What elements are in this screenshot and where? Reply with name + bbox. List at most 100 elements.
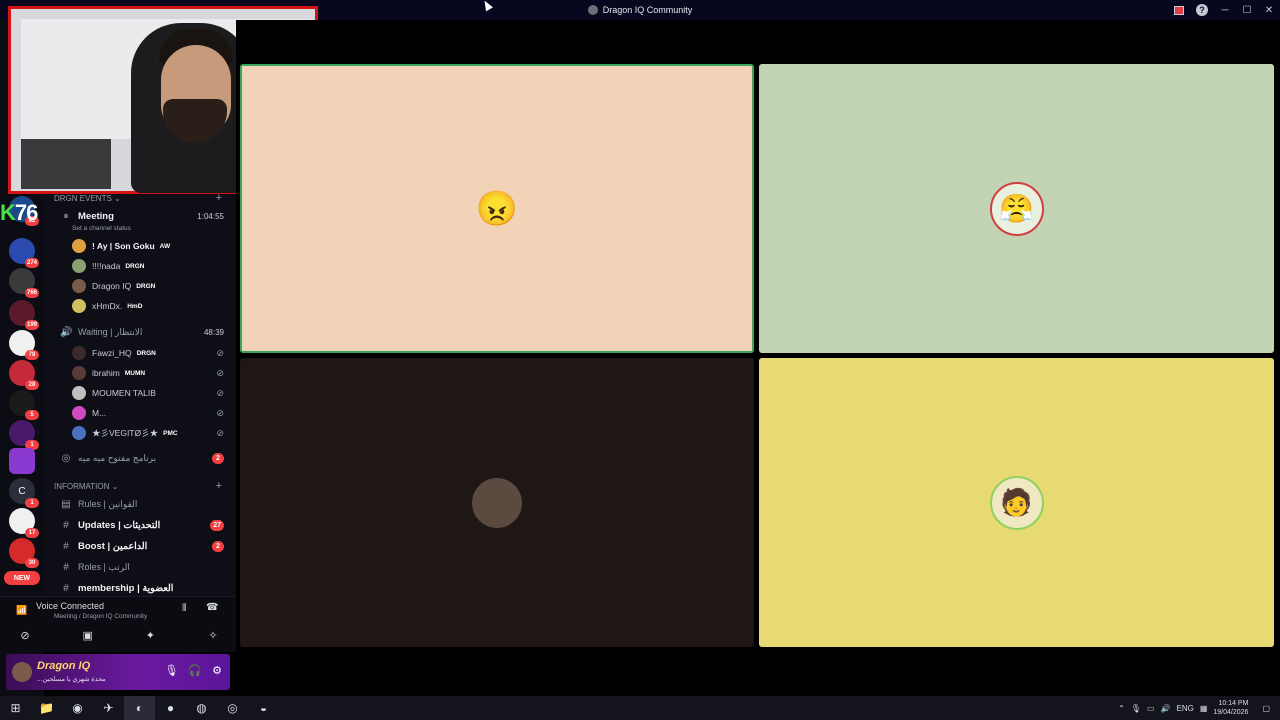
help-icon[interactable]: ? [1196,4,1208,16]
server-icon[interactable]: 274 [9,238,39,268]
channel-list: DRGN Events ⌄ + ⏸ Meeting 1:04:55 Set a … [44,190,236,596]
voice-user[interactable]: Fawzi_HQ DRGN ⊘ [72,344,228,362]
microphone-icon[interactable]: 🎙 [164,664,178,677]
network-icon[interactable]: ▭ [1147,704,1155,713]
category-information[interactable]: INFORMATION ⌄ [54,482,118,491]
server-icon[interactable]: 78 [9,330,39,360]
telegram-icon[interactable]: ✈ [93,696,124,720]
lego-icon[interactable]: ▦ [1200,704,1208,713]
voice-user[interactable]: MOUMEN TALIB ⊘ [72,384,228,402]
avatar [72,406,86,420]
close-button[interactable]: ✕ [1258,5,1280,16]
inbox-icon[interactable] [1174,5,1184,15]
screen-share-icon[interactable]: ▣ [77,629,99,647]
server-icon[interactable] [9,448,35,474]
avatar[interactable] [12,662,32,682]
voice-connected-label: Voice Connected [36,601,105,611]
text-channel-membership[interactable]: # membership | العضوية [60,580,228,596]
unread-badge: 2 [212,452,224,464]
voice-user[interactable]: !!!!nada DRGN [72,257,228,275]
voice-user[interactable]: ★彡VEGITØ彡★ PMC ⊘ [72,424,228,442]
voice-connection-panel: 📶 Voice Connected Meeting / Dragon IQ Co… [0,596,236,652]
notification-icon[interactable]: ▢ [1262,704,1270,713]
cartoon-avatar-icon: 😤 [989,181,1044,236]
anime-avatar-icon: 😠 [475,189,519,228]
server-icon[interactable]: 28 [9,360,39,390]
headphones-icon[interactable]: 🎧 [188,664,202,677]
text-channel-updates[interactable]: # Updates | التحديثات 27 [60,517,228,533]
stage-channel-program[interactable]: ◎ برنامج مفتوح ميه ميه 2 [60,450,228,466]
chevron-up-icon[interactable]: ⌃ [1118,704,1125,713]
spotify-icon[interactable]: ◍ [186,696,217,720]
server-icon[interactable]: 199 [9,300,39,330]
voice-channel-meeting[interactable]: ⏸ Meeting 1:04:55 [60,208,228,224]
category-label: INFORMATION [54,482,110,491]
voice-user[interactable]: ! Ay | Son Goku AW [72,237,228,255]
maximize-button[interactable]: ☐ [1236,5,1258,16]
voice-channel-icon: ⏸ [63,210,69,222]
server-icon[interactable]: 17 [9,508,39,538]
disconnect-icon[interactable]: ☎ [206,602,218,613]
unread-badge: 2 [212,540,224,552]
muted-icon: ⊘ [216,387,224,398]
file-explorer-icon[interactable]: 📁 [31,696,62,720]
activities-icon[interactable]: ✦ [139,629,161,647]
noise-suppression-icon[interactable]: ⦀ [182,603,186,614]
participant-tile[interactable] [240,358,754,647]
browser-icon[interactable]: ◒ [248,696,279,720]
server-icon[interactable]: 5 [9,390,39,420]
text-channel-boost[interactable]: # Boost | الداعمين 2 [60,538,228,554]
avatar [72,366,86,380]
participant-tile-speaking[interactable]: 😠 [240,64,754,353]
server-badge: 30 [25,558,39,568]
voice-user[interactable]: M... ⊘ [72,404,228,422]
anime-avatar-icon: 🧑 [989,475,1044,530]
server-icon[interactable]: 30 [9,538,39,568]
category-events[interactable]: DRGN Events ⌄ [54,194,121,203]
minimize-button[interactable]: ─ [1214,5,1236,16]
text-channel-roles[interactable]: # Roles | الرتب [60,559,228,575]
user-status: ...محدة شهري يا مسلحين [37,676,106,683]
clock[interactable]: 10:14 PM 19/04/2026 [1213,699,1248,717]
user-name: M... [92,408,107,418]
user-tag: DRGN [125,262,145,270]
text-channel-rules[interactable]: ▤ Rules | القوانين [60,496,228,512]
avatar [72,279,86,293]
voice-user[interactable]: ibrahim MUMN ⊘ [72,364,228,382]
user-avatar-icon [472,477,522,528]
chrome-icon[interactable]: ◉ [62,696,93,720]
server-icon[interactable]: 1 [9,420,39,450]
camera-off-icon[interactable]: ⊘ [14,629,36,647]
soundboard-icon[interactable]: ✧ [202,629,224,647]
voice-channel-waiting[interactable]: 🔊 Waiting | الانتظار 48:39 [60,324,228,340]
participant-tile[interactable]: 😤 [759,64,1274,353]
voice-user[interactable]: xHmDx. HmD [72,297,228,315]
app-icon[interactable]: ● [155,696,186,720]
server-badge: 28 [25,380,39,390]
input-language[interactable]: ENG [1176,704,1193,713]
channel-name: Rules | القوانين [78,498,138,509]
microphone-tray-icon[interactable]: 🎙 [1131,704,1141,713]
discord-icon[interactable]: ◐ [124,696,155,720]
server-icon[interactable]: 766 [9,268,39,298]
volume-icon[interactable]: 🔊 [1161,704,1171,713]
voice-user[interactable]: Dragon IQ DRGN [72,277,228,295]
muted-icon: ⊘ [216,367,224,378]
window-title: Dragon IQ Community [587,5,692,15]
windows-start-icon[interactable]: ⊞ [0,696,31,720]
stage-icon: ◎ [61,452,71,464]
webcam-chair [21,139,111,189]
add-channel-icon[interactable]: + [216,480,222,492]
obs-icon[interactable]: ◎ [217,696,248,720]
server-icon[interactable]: C1 [9,478,39,508]
muted-icon: ⊘ [216,407,224,418]
clock-date: 19/04/2026 [1213,709,1249,716]
settings-gear-icon[interactable]: ⚙ [212,664,222,677]
channel-status[interactable]: Set a channel status [72,225,131,232]
participant-tile[interactable]: 🧑 [759,358,1274,647]
avatar [72,386,86,400]
user-tag: HmD [127,302,143,310]
voice-location[interactable]: Meeting / Dragon IQ Community [54,613,147,620]
channel-name: Roles | الرتب [78,561,130,572]
signal-icon[interactable]: 📶 [16,605,27,616]
